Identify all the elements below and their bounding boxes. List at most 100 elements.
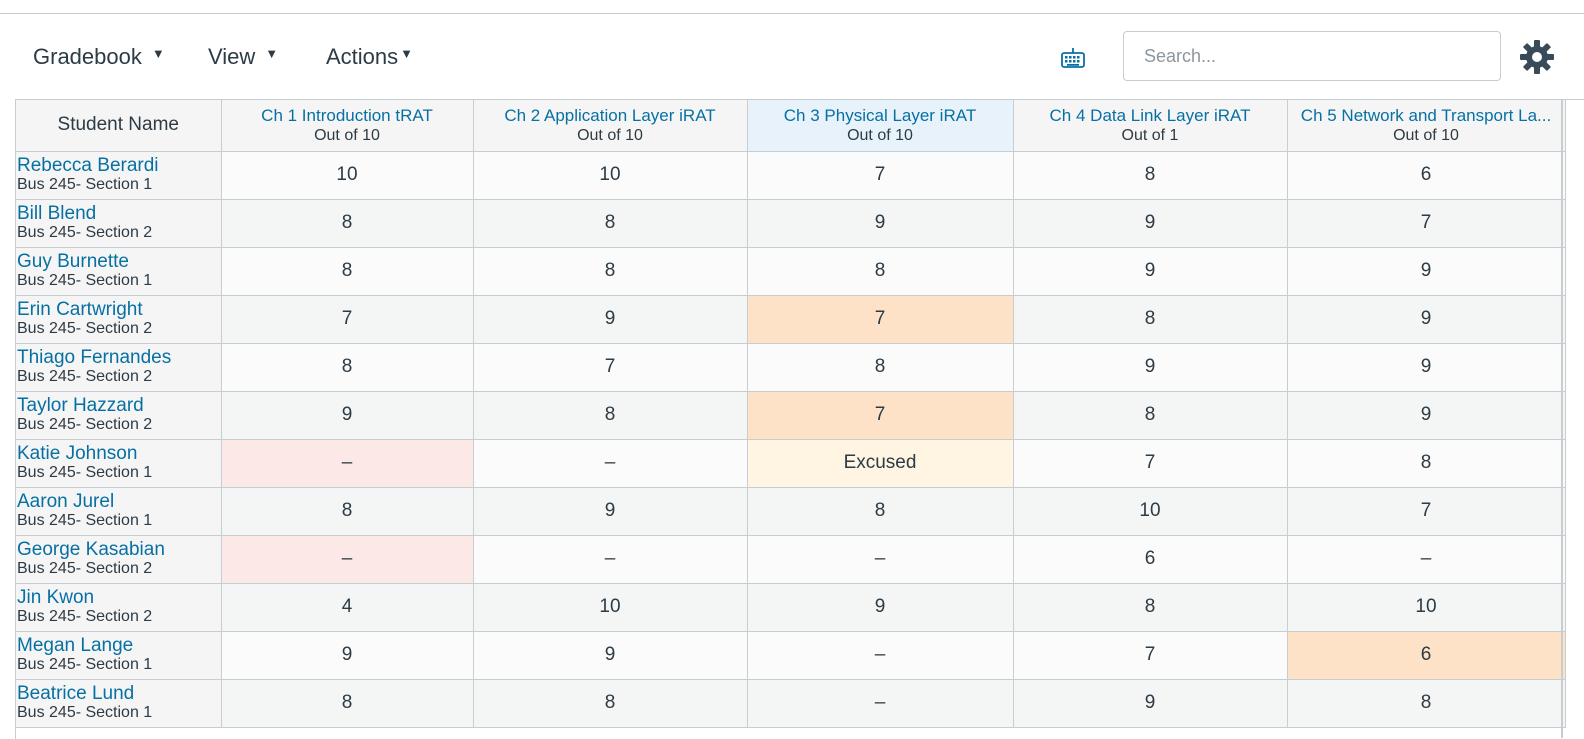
grade-cell[interactable]: 7 (747, 295, 1014, 344)
keyboard-icon[interactable] (1061, 47, 1085, 69)
assignment-header-ch3[interactable]: Ch 3 Physical Layer iRAT Out of 10 (747, 100, 1014, 152)
grade-cell[interactable]: 8 (1013, 151, 1288, 200)
student-cell: Bill Blend Bus 245- Section 2 (16, 199, 222, 248)
grade-cell[interactable]: – (221, 535, 474, 584)
student-name-link[interactable]: George Kasabian (17, 540, 221, 560)
grade-cell[interactable]: 9 (221, 391, 474, 440)
student-cell: Jin Kwon Bus 245- Section 2 (16, 583, 222, 632)
assignment-points: Out of 10 (577, 126, 643, 144)
actions-menu[interactable]: Actions ▼ (326, 44, 413, 70)
student-name-link[interactable]: Beatrice Lund (17, 684, 221, 704)
grade-cell[interactable]: 8 (747, 247, 1014, 296)
grade-cell[interactable]: 8 (473, 391, 748, 440)
grade-cell[interactable]: 8 (221, 343, 474, 392)
student-name-link[interactable]: Aaron Jurel (17, 492, 221, 512)
grade-cell[interactable]: 6 (1287, 151, 1566, 200)
grade-cell[interactable]: 8 (221, 199, 474, 248)
grade-cell[interactable]: 7 (473, 343, 748, 392)
grade-cell[interactable]: – (221, 439, 474, 488)
grade-cell[interactable]: 8 (1287, 679, 1566, 728)
grade-cell[interactable]: 7 (747, 151, 1014, 200)
grade-cell[interactable]: 9 (1287, 247, 1566, 296)
grade-cell[interactable]: 9 (1013, 679, 1288, 728)
assignment-title[interactable]: Ch 3 Physical Layer iRAT (748, 105, 1013, 126)
assignment-header-ch4[interactable]: Ch 4 Data Link Layer iRAT Out of 1 (1013, 100, 1288, 152)
student-cell: Beatrice Lund Bus 245- Section 1 (16, 679, 222, 728)
grade-cell[interactable]: 8 (747, 343, 1014, 392)
grade-cell[interactable]: 9 (747, 583, 1014, 632)
assignment-title[interactable]: Ch 5 Network and Transport La... (1288, 105, 1565, 126)
grade-cell[interactable]: 9 (473, 487, 748, 536)
grade-cell[interactable]: 7 (1013, 631, 1288, 680)
student-row: Rebecca Berardi Bus 245- Section 1 10 10 7 8 6 (16, 151, 1566, 200)
search-input[interactable] (1123, 31, 1501, 81)
grade-cell[interactable]: 8 (1013, 391, 1288, 440)
student-name-link[interactable]: Guy Burnette (17, 252, 221, 272)
student-name-link[interactable]: Erin Cartwright (17, 300, 221, 320)
assignment-points: Out of 1 (1121, 126, 1179, 144)
grade-cell[interactable]: 9 (1287, 391, 1566, 440)
view-menu[interactable]: View ▼ (208, 44, 278, 70)
grade-cell[interactable]: 10 (1287, 583, 1566, 632)
caret-down-icon: ▼ (151, 45, 165, 61)
grade-cell[interactable]: 8 (221, 247, 474, 296)
grades-body: Rebecca Berardi Bus 245- Section 1 10 10 7 8 6… (16, 151, 1566, 728)
student-name-link[interactable]: Katie Johnson (17, 444, 221, 464)
grade-cell[interactable]: – (1287, 535, 1566, 584)
grade-cell[interactable]: 9 (473, 295, 748, 344)
student-name-link[interactable]: Taylor Hazzard (17, 396, 221, 416)
student-name-link[interactable]: Thiago Fernandes (17, 348, 221, 368)
student-name-link[interactable]: Bill Blend (17, 204, 221, 224)
grade-cell[interactable]: 9 (1013, 199, 1288, 248)
grade-cell[interactable]: 9 (1287, 343, 1566, 392)
grade-cell[interactable]: 8 (473, 199, 748, 248)
student-row: George Kasabian Bus 245- Section 2– – –6– (16, 535, 1566, 584)
grade-cell[interactable]: 7 (1287, 199, 1566, 248)
student-name-link[interactable]: Megan Lange (17, 636, 221, 656)
grade-cell[interactable]: 8 (1013, 583, 1288, 632)
grade-cell[interactable]: 6 (1013, 535, 1288, 584)
student-cell: Guy Burnette Bus 245- Section 1 (16, 247, 222, 296)
grade-cell[interactable]: 8 (221, 679, 474, 728)
grade-cell[interactable]: – (747, 535, 1014, 584)
assignment-title[interactable]: Ch 1 Introduction tRAT (222, 105, 473, 126)
grade-cell[interactable]: 8 (221, 487, 474, 536)
assignment-header-ch5[interactable]: Ch 5 Network and Transport La... Out of … (1287, 100, 1566, 152)
assignment-title[interactable]: Ch 2 Application Layer iRAT (474, 105, 747, 126)
grade-cell[interactable]: Excused (747, 439, 1014, 488)
student-name-link[interactable]: Jin Kwon (17, 588, 221, 608)
grade-cell[interactable]: 9 (747, 199, 1014, 248)
grade-cell[interactable]: 8 (1013, 295, 1288, 344)
grade-cell[interactable]: 10 (221, 151, 474, 200)
assignment-title[interactable]: Ch 4 Data Link Layer iRAT (1014, 105, 1287, 126)
grade-cell[interactable]: 9 (1287, 295, 1566, 344)
grade-cell[interactable]: – (747, 679, 1014, 728)
grade-cell[interactable]: 10 (473, 151, 748, 200)
grade-cell[interactable]: 9 (1013, 247, 1288, 296)
grade-cell[interactable]: – (473, 535, 748, 584)
grade-cell[interactable]: – (473, 439, 748, 488)
grade-cell[interactable]: 10 (1013, 487, 1288, 536)
grade-cell[interactable]: 7 (221, 295, 474, 344)
assignment-header-ch1[interactable]: Ch 1 Introduction tRAT Out of 10 (221, 100, 474, 152)
grades-table: Student Name Ch 1 Introduction tRAT Out … (16, 100, 1566, 728)
grade-cell[interactable]: 8 (1287, 439, 1566, 488)
grade-cell[interactable]: 7 (1013, 439, 1288, 488)
grade-cell[interactable]: 7 (747, 391, 1014, 440)
grade-cell[interactable]: 9 (1013, 343, 1288, 392)
student-name-link[interactable]: Rebecca Berardi (17, 156, 221, 176)
gear-icon[interactable] (1519, 39, 1555, 75)
gradebook-menu[interactable]: Gradebook ▼ (33, 44, 165, 70)
grade-cell[interactable]: 8 (473, 247, 748, 296)
grade-cell[interactable]: 9 (473, 631, 748, 680)
grade-cell[interactable]: 9 (221, 631, 474, 680)
grade-cell[interactable]: 7 (1287, 487, 1566, 536)
grade-cell[interactable]: 8 (473, 679, 748, 728)
grade-cell[interactable]: – (747, 631, 1014, 680)
grade-cell[interactable]: 4 (221, 583, 474, 632)
assignment-header-ch2[interactable]: Ch 2 Application Layer iRAT Out of 10 (473, 100, 748, 152)
grade-cell[interactable]: 6 (1287, 631, 1566, 680)
grade-cell[interactable]: 8 (747, 487, 1014, 536)
grade-cell[interactable]: 10 (473, 583, 748, 632)
student-name-header[interactable]: Student Name (16, 100, 222, 152)
